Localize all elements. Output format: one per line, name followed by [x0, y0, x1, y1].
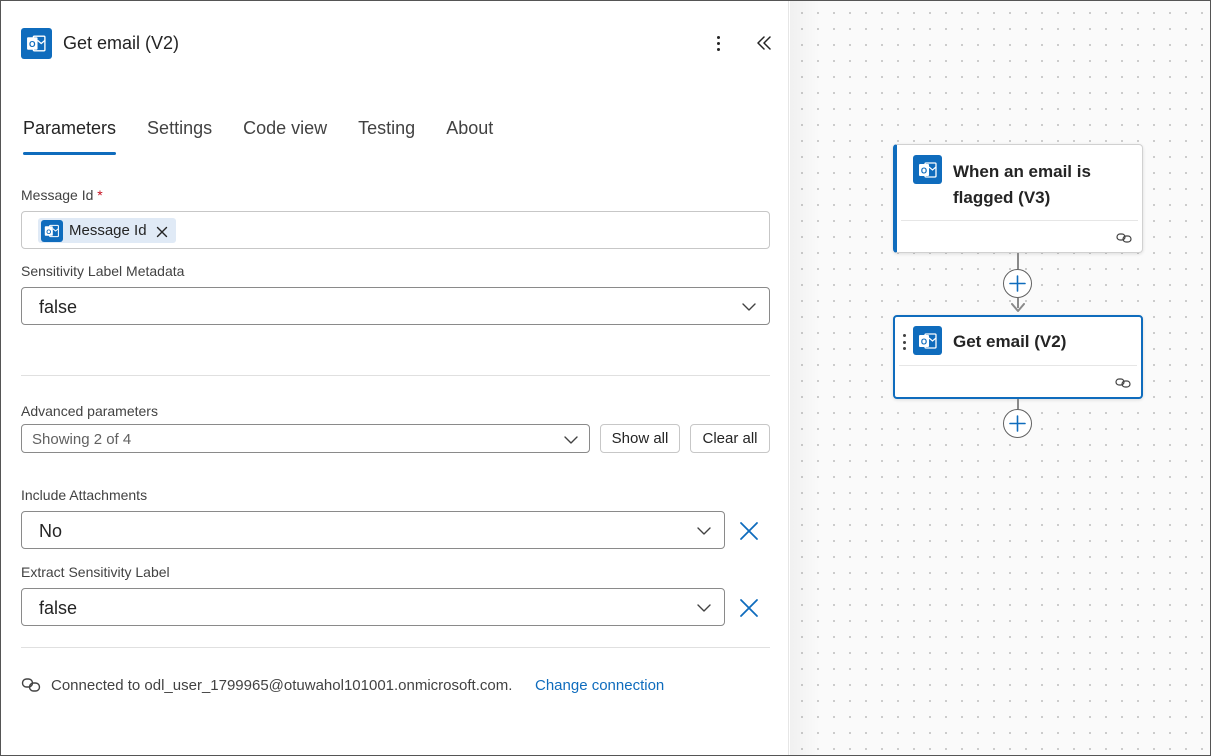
extract-sensitivity-label-label: Extract Sensitivity Label	[21, 564, 170, 580]
svg-text:O: O	[46, 228, 51, 235]
extract-sensitivity-label-dropdown[interactable]: false	[21, 588, 725, 626]
card-divider	[899, 365, 1137, 366]
trigger-title-line2: flagged (V3)	[953, 188, 1051, 207]
advanced-parameters-label: Advanced parameters	[21, 403, 158, 419]
sensitivity-label-metadata-dropdown[interactable]: false	[21, 287, 770, 325]
divider	[21, 647, 770, 648]
message-id-label: Message Id *	[21, 187, 103, 203]
trigger-card-title: When an email is flagged (V3)	[953, 159, 1091, 211]
more-options-icon[interactable]	[707, 31, 729, 55]
outlook-icon: O	[21, 28, 52, 59]
dropdown-value: false	[39, 598, 78, 618]
chevron-down-icon	[696, 523, 712, 539]
add-icon[interactable]	[1003, 409, 1032, 438]
link-icon	[21, 676, 41, 694]
remove-include-attachments-icon[interactable]	[738, 520, 760, 542]
collapse-panel-icon[interactable]	[753, 32, 775, 54]
link-icon	[1116, 231, 1132, 243]
app-frame: O Get email (V2) Parameters Settings Cod…	[0, 0, 1211, 756]
tab-list: Parameters Settings Code view Testing Ab…	[23, 117, 524, 155]
show-all-button[interactable]: Show all	[600, 424, 680, 453]
tab-about[interactable]: About	[446, 117, 493, 155]
drag-handle-icon[interactable]	[903, 334, 907, 350]
message-id-input[interactable]: O Message Id	[21, 211, 770, 249]
dropdown-value: No	[39, 521, 63, 541]
clear-all-button[interactable]: Clear all	[690, 424, 770, 453]
required-marker: *	[97, 187, 103, 203]
action-card-title: Get email (V2)	[953, 332, 1067, 351]
tab-settings[interactable]: Settings	[147, 117, 212, 155]
include-attachments-dropdown[interactable]: No	[21, 511, 725, 549]
chevron-down-icon	[741, 299, 757, 315]
arrow-down-icon	[1011, 303, 1025, 312]
canvas-shadow	[790, 1, 820, 755]
advanced-parameters-dropdown[interactable]: Showing 2 of 4	[21, 424, 590, 453]
flow-connector	[1017, 399, 1019, 409]
flow-connector	[1017, 253, 1019, 269]
svg-text:O: O	[29, 39, 36, 49]
svg-text:O: O	[920, 166, 926, 175]
dropdown-value: false	[39, 297, 78, 317]
connection-status: Connected to odl_user_1799965@otuwahol10…	[51, 677, 513, 694]
include-attachments-label: Include Attachments	[21, 487, 148, 503]
tab-code-view[interactable]: Code view	[243, 117, 327, 155]
chevron-down-icon	[696, 600, 712, 616]
link-icon	[1115, 376, 1131, 388]
token-label: Message Id	[69, 222, 147, 239]
message-id-label-text: Message Id	[21, 187, 94, 203]
advanced-parameters-value: Showing 2 of 4	[32, 431, 132, 448]
sensitivity-label-metadata-label: Sensitivity Label Metadata	[21, 263, 185, 279]
outlook-icon: O	[913, 155, 942, 184]
card-divider	[901, 220, 1138, 221]
trigger-title-line1: When an email is	[953, 162, 1091, 181]
chevron-down-icon	[563, 432, 579, 448]
divider	[21, 375, 770, 376]
panel-title: Get email (V2)	[63, 33, 180, 53]
message-id-token[interactable]: O Message Id	[38, 218, 176, 243]
tab-parameters[interactable]: Parameters	[23, 117, 117, 155]
change-connection-link[interactable]: Change connection	[535, 677, 664, 694]
outlook-icon: O	[41, 219, 63, 242]
outlook-icon: O	[913, 326, 942, 355]
tab-testing[interactable]: Testing	[358, 117, 415, 155]
remove-extract-sensitivity-label-icon[interactable]	[738, 597, 760, 619]
action-details-panel: O Get email (V2) Parameters Settings Cod…	[1, 1, 789, 755]
svg-text:O: O	[920, 337, 926, 346]
action-card-get-email[interactable]: O Get email (V2)	[893, 315, 1143, 399]
add-icon[interactable]	[1003, 269, 1032, 298]
dismiss-icon[interactable]	[156, 225, 168, 237]
trigger-card[interactable]: O When an email is flagged (V3)	[893, 144, 1143, 253]
